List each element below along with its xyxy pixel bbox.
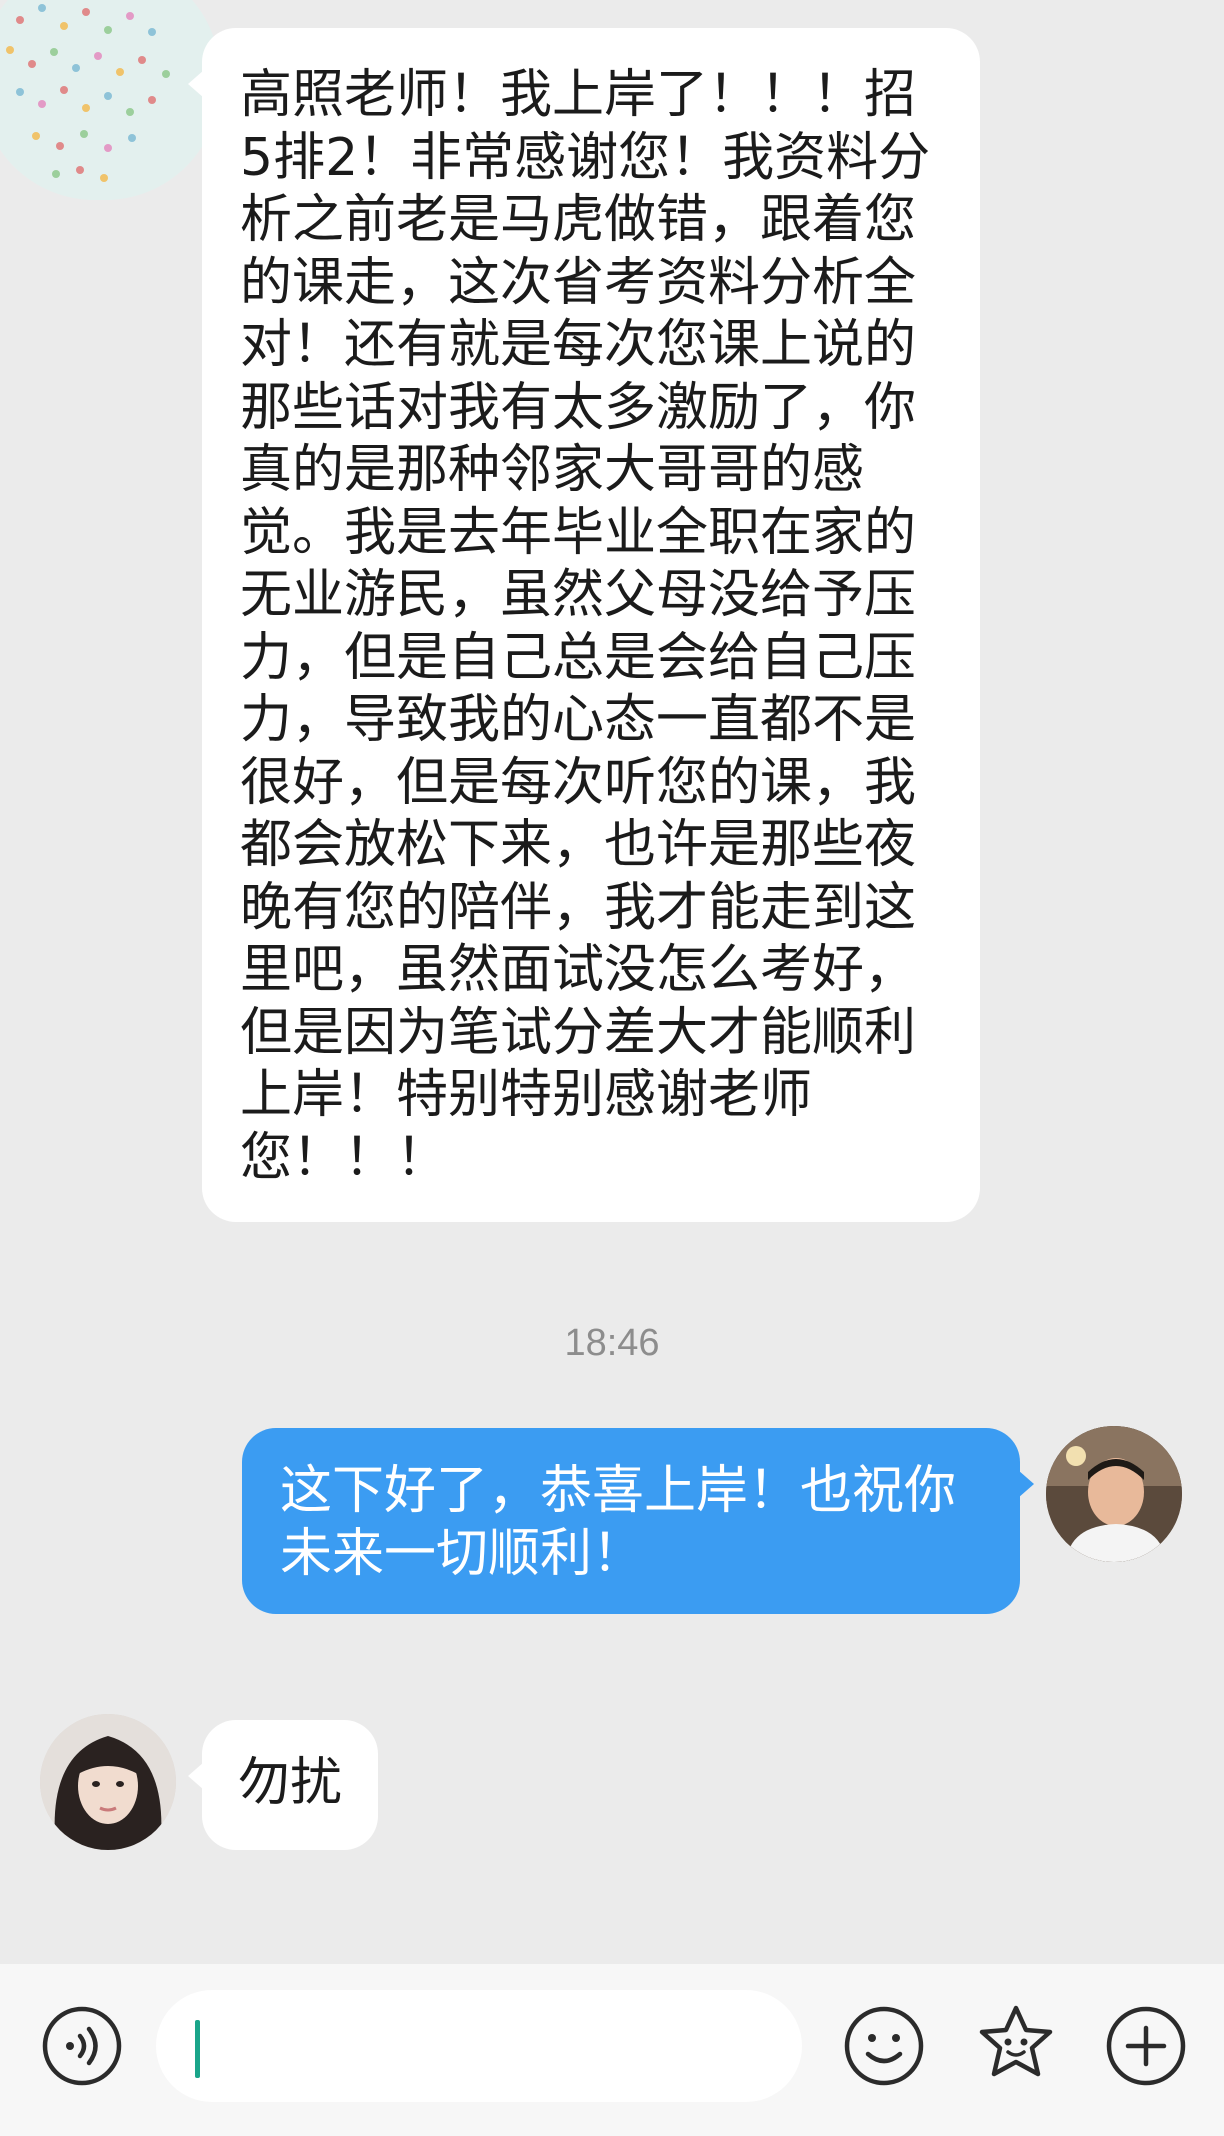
voice-input-button[interactable] [40,2004,124,2088]
message-incoming-long[interactable]: 高照老师！我上岸了！！！招5排2！非常感谢您！我资料分析之前老是马虎做错，跟着您… [188,28,980,1222]
emoji-icon [844,2006,924,2086]
sticker-icon [979,2005,1053,2077]
user-photo-icon [1046,1426,1182,1562]
avatar-self[interactable] [1046,1426,1182,1562]
avatar-incoming[interactable] [40,1714,176,1850]
message-input[interactable] [156,1990,802,2102]
dotted-pattern-icon [0,0,220,200]
chat-screen: 高照老师！我上岸了！！！招5排2！非常感谢您！我资料分析之前老是马虎做错，跟着您… [0,0,1224,2136]
more-button[interactable] [1104,2004,1188,2088]
voice-icon [42,2006,122,2086]
text-caret [195,2020,200,2078]
sticker-button[interactable] [974,2002,1058,2086]
avatar-incoming-top[interactable] [0,0,220,200]
message-incoming-short[interactable]: 勿扰 [188,1720,378,1850]
plus-icon [1106,2006,1186,2086]
message-text: 高照老师！我上岸了！！！招5排2！非常感谢您！我资料分析之前老是马虎做错，跟着您… [240,65,931,1188]
emoji-button[interactable] [842,2004,926,2088]
message-text: 这下好了，恭喜上岸！也祝你未来一切顺利！ [280,1461,957,1584]
user-photo-icon [40,1714,176,1850]
message-text: 勿扰 [238,1753,343,1813]
message-outgoing[interactable]: 这下好了，恭喜上岸！也祝你未来一切顺利！ [242,1428,1034,1614]
message-timestamp: 18:46 [564,1322,660,1364]
